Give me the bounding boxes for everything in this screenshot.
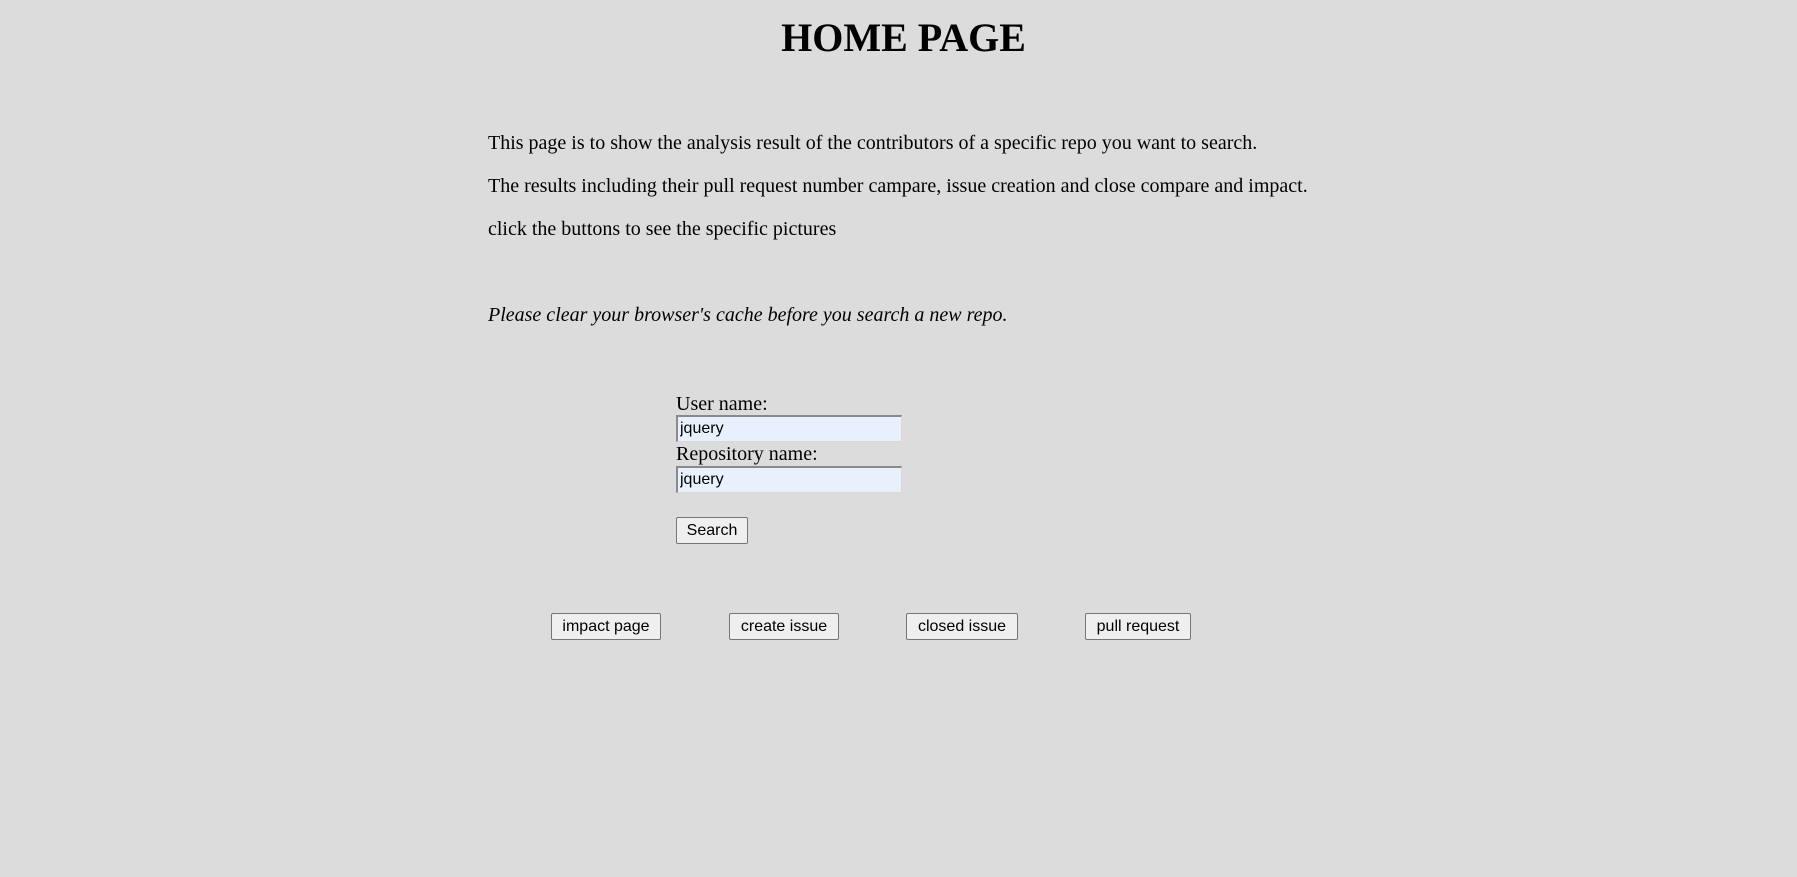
intro-line-2: The results including their pull request… <box>488 175 1308 197</box>
repository-name-label: Repository name: <box>676 443 818 465</box>
user-name-label: User name: <box>676 393 768 415</box>
closed-issue-button[interactable]: closed issue <box>906 613 1018 640</box>
intro-line-3: click the buttons to see the specific pi… <box>488 218 837 240</box>
pull-request-button[interactable]: pull request <box>1085 613 1191 640</box>
impact-page-button[interactable]: impact page <box>551 613 661 640</box>
page-title: HOME PAGE <box>781 15 1026 60</box>
user-name-input[interactable] <box>676 415 902 442</box>
repository-name-input[interactable] <box>676 466 902 493</box>
cache-note: Please clear your browser's cache before… <box>488 304 1008 326</box>
create-issue-button[interactable]: create issue <box>729 613 839 640</box>
intro-line-1: This page is to show the analysis result… <box>488 132 1258 154</box>
home-page: HOME PAGE This page is to show the analy… <box>0 0 1797 877</box>
search-button[interactable]: Search <box>676 517 748 544</box>
